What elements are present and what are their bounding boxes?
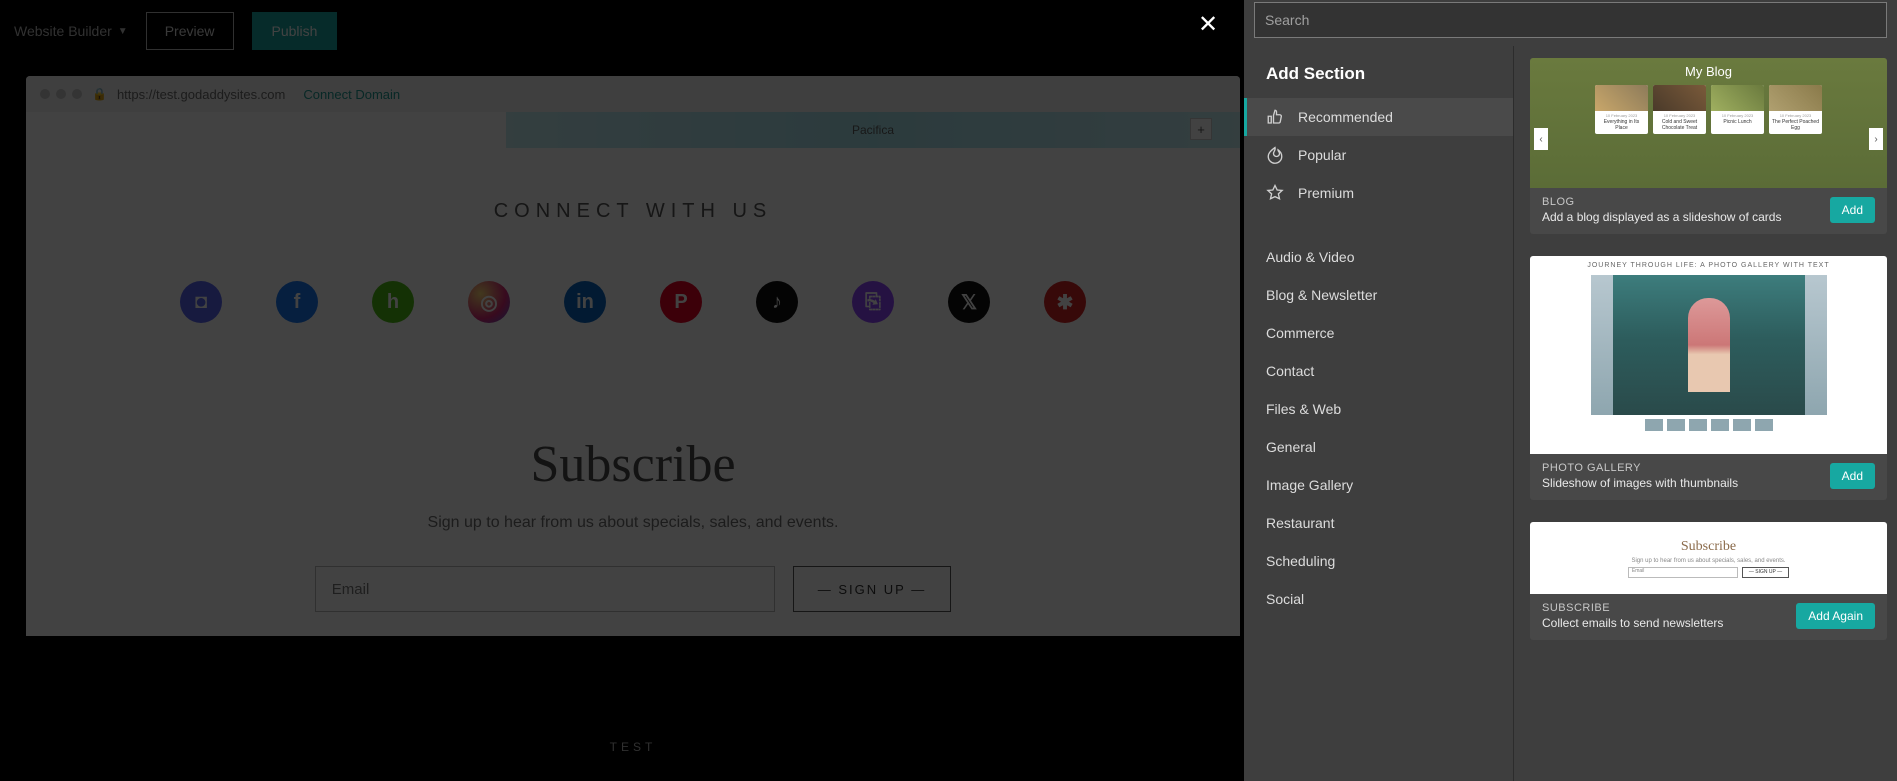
- card-category: SUBSCRIBE: [1542, 602, 1723, 614]
- section-card-blog: ‹ › My Blog 10 February 2023Everything i…: [1530, 58, 1887, 234]
- tab-recommended[interactable]: Recommended: [1244, 98, 1513, 136]
- chevron-left-icon[interactable]: ‹: [1534, 128, 1548, 150]
- category-commerce[interactable]: Commerce: [1244, 314, 1513, 352]
- section-card-subscribe: Subscribe Sign up to hear from us about …: [1530, 522, 1887, 640]
- tab-premium[interactable]: Premium: [1244, 174, 1513, 212]
- add-button[interactable]: Add: [1830, 197, 1875, 223]
- card-thumb[interactable]: JOURNEY THROUGH LIFE: A PHOTO GALLERY WI…: [1530, 256, 1887, 454]
- twitch-icon[interactable]: ⎘: [852, 281, 894, 323]
- connect-heading: CONNECT WITH US: [26, 200, 1240, 223]
- category-blog-newsletter[interactable]: Blog & Newsletter: [1244, 276, 1513, 314]
- brand-label: Website Builder: [14, 23, 112, 39]
- category-social[interactable]: Social: [1244, 580, 1513, 618]
- preview-button[interactable]: Preview: [146, 12, 234, 50]
- subscribe-form: Email — SIGN UP —: [26, 566, 1240, 612]
- card-thumb[interactable]: Subscribe Sign up to hear from us about …: [1530, 522, 1887, 594]
- card-desc: Collect emails to send newsletters: [1542, 616, 1723, 630]
- thumb-sub: Sign up to hear from us about specials, …: [1631, 558, 1785, 564]
- map-zoom-in-icon[interactable]: +: [1190, 118, 1212, 140]
- card-category: PHOTO GALLERY: [1542, 462, 1738, 474]
- thumbs-up-icon: [1266, 108, 1284, 126]
- tab-label: Popular: [1298, 147, 1346, 163]
- chevron-down-icon: ▼: [118, 26, 128, 37]
- subscribe-subtext: Sign up to hear from us about specials, …: [26, 514, 1240, 532]
- add-section-heading: Add Section: [1244, 64, 1513, 98]
- houzz-icon[interactable]: h: [372, 281, 414, 323]
- card-category: BLOG: [1542, 196, 1781, 208]
- discord-icon[interactable]: ◘: [180, 281, 222, 323]
- facebook-icon[interactable]: f: [276, 281, 318, 323]
- close-icon[interactable]: ✕: [1198, 10, 1218, 39]
- x-icon[interactable]: 𝕏: [948, 281, 990, 323]
- browser-chrome: 🔒 https://test.godaddysites.com Connect …: [26, 76, 1240, 112]
- tiktok-icon[interactable]: ♪: [756, 281, 798, 323]
- publish-button[interactable]: Publish: [252, 12, 338, 50]
- category-files-web[interactable]: Files & Web: [1244, 390, 1513, 428]
- site-preview: 🔒 https://test.godaddysites.com Connect …: [26, 76, 1240, 636]
- category-image-gallery[interactable]: Image Gallery: [1244, 466, 1513, 504]
- yelp-icon[interactable]: ✱: [1044, 281, 1086, 323]
- thumb-title: JOURNEY THROUGH LIFE: A PHOTO GALLERY WI…: [1587, 262, 1829, 269]
- instagram-icon[interactable]: ◎: [468, 281, 510, 323]
- url-text: https://test.godaddysites.com: [117, 87, 285, 102]
- card-desc: Slideshow of images with thumbnails: [1542, 476, 1738, 490]
- pinterest-icon[interactable]: P: [660, 281, 702, 323]
- tab-popular[interactable]: Popular: [1244, 136, 1513, 174]
- map-section[interactable]: Pacifica +: [506, 112, 1240, 148]
- category-general[interactable]: General: [1244, 428, 1513, 466]
- footer-brand: TEST: [26, 740, 1240, 754]
- subscribe-heading: Subscribe: [26, 435, 1240, 494]
- card-thumb[interactable]: ‹ › My Blog 10 February 2023Everything i…: [1530, 58, 1887, 188]
- star-icon: [1266, 184, 1284, 202]
- tab-label: Recommended: [1298, 109, 1393, 125]
- flame-icon: [1266, 146, 1284, 164]
- card-desc: Add a blog displayed as a slideshow of c…: [1542, 210, 1781, 224]
- chevron-right-icon[interactable]: ›: [1869, 128, 1883, 150]
- signup-button[interactable]: — SIGN UP —: [793, 566, 951, 612]
- map-label: Pacifica: [852, 123, 894, 137]
- category-column: Add Section Recommended Popular Premium …: [1244, 46, 1514, 781]
- tab-label: Premium: [1298, 185, 1354, 201]
- window-dots: [40, 89, 82, 99]
- connect-domain-link[interactable]: Connect Domain: [303, 87, 400, 102]
- section-card-photo-gallery: JOURNEY THROUGH LIFE: A PHOTO GALLERY WI…: [1530, 256, 1887, 500]
- add-again-button[interactable]: Add Again: [1796, 603, 1875, 629]
- linkedin-icon[interactable]: in: [564, 281, 606, 323]
- brand-menu[interactable]: Website Builder ▼: [14, 23, 128, 39]
- social-row: ◘ f h ◎ in P ♪ ⎘ 𝕏 ✱: [26, 281, 1240, 323]
- category-restaurant[interactable]: Restaurant: [1244, 504, 1513, 542]
- search-input[interactable]: [1254, 2, 1887, 38]
- category-audio-video[interactable]: Audio & Video: [1244, 238, 1513, 276]
- category-scheduling[interactable]: Scheduling: [1244, 542, 1513, 580]
- add-section-panel: Add Section Recommended Popular Premium …: [1244, 0, 1897, 781]
- email-field[interactable]: Email: [315, 566, 775, 612]
- lock-icon: 🔒: [92, 87, 107, 101]
- category-contact[interactable]: Contact: [1244, 352, 1513, 390]
- thumb-title: My Blog: [1685, 64, 1732, 79]
- section-previews: ‹ › My Blog 10 February 2023Everything i…: [1514, 46, 1897, 781]
- add-button[interactable]: Add: [1830, 463, 1875, 489]
- thumb-title: Subscribe: [1681, 539, 1736, 555]
